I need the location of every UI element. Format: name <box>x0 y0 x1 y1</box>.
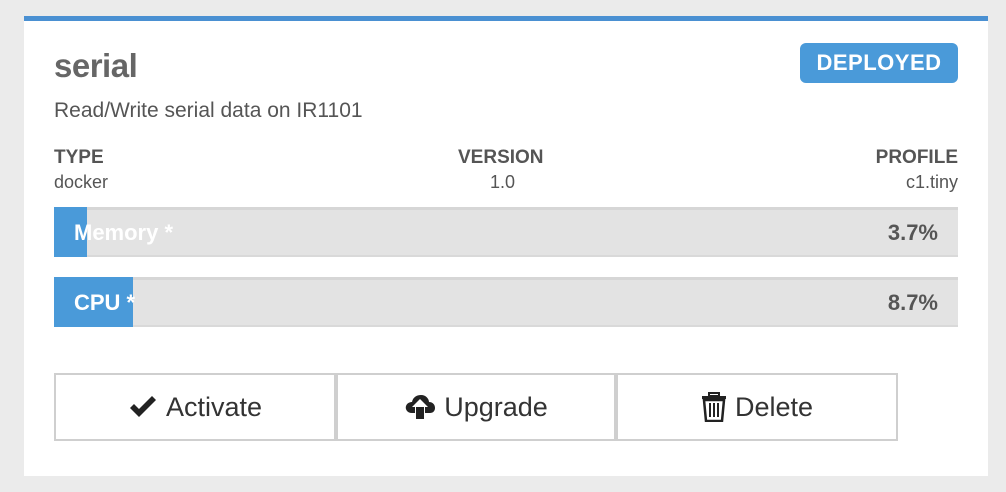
checkmark-icon <box>129 396 156 417</box>
activate-label: Activate <box>165 391 263 422</box>
memory-usage-value: 3.7% <box>887 219 938 245</box>
version-label: VERSION <box>458 147 544 168</box>
cpu-usage-bar: CPU * 8.7% <box>54 277 958 327</box>
app-title: serial <box>54 47 138 84</box>
profile-value: c1.tiny <box>905 172 958 192</box>
profile-label: PROFILE <box>875 147 958 168</box>
activate-button[interactable]: Activate <box>54 373 336 441</box>
type-value: docker <box>54 172 109 192</box>
delete-label: Delete <box>734 391 814 422</box>
upgrade-label: Upgrade <box>444 391 548 422</box>
cloud-upload-icon <box>405 395 436 419</box>
status-badge: DEPLOYED <box>800 43 958 83</box>
app-card: serial DEPLOYED Read/Write serial data o… <box>24 16 988 476</box>
cpu-usage-value: 8.7% <box>887 289 938 315</box>
cpu-usage-label: CPU * <box>74 289 136 315</box>
memory-usage-bar: Memory * 3.7% <box>54 207 958 257</box>
trash-icon <box>701 392 726 422</box>
delete-button[interactable]: Delete <box>616 373 898 441</box>
version-value: 1.0 <box>490 172 516 192</box>
type-label: TYPE <box>54 147 104 168</box>
app-description: Read/Write serial data on IR1101 <box>54 99 363 122</box>
memory-usage-label: Memory * <box>74 219 174 245</box>
upgrade-button[interactable]: Upgrade <box>336 373 616 441</box>
